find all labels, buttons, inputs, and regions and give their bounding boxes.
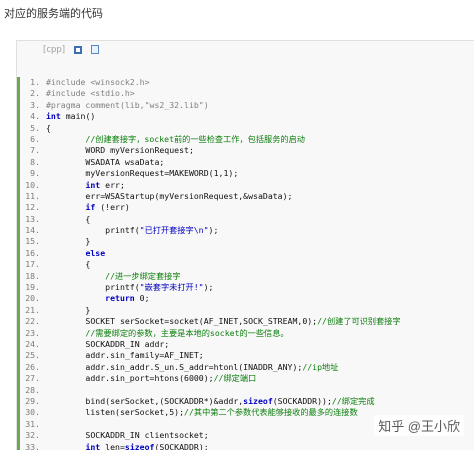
code-text: int err;	[46, 180, 125, 191]
code-line: 23. //需要绑定的参数，主要是本地的socket的一些信息。	[17, 328, 474, 339]
code-line: 5.{	[17, 123, 474, 134]
code-text: if (!err)	[46, 202, 130, 213]
line-number: 6.	[20, 134, 46, 145]
line-number: 15.	[20, 236, 46, 247]
code-text: printf("已打开套接字\n");	[46, 225, 218, 236]
code-line: 4.int main()	[17, 111, 474, 122]
code-lines: 1.#include <winsock2.h>2.#include <stdio…	[17, 77, 474, 450]
line-number: 20.	[20, 293, 46, 304]
line-number: 9.	[20, 168, 46, 179]
line-number: 11.	[20, 191, 46, 202]
code-line: 20. return 0;	[17, 293, 474, 304]
line-number: 1.	[20, 77, 46, 88]
code-line: 21. }	[17, 305, 474, 316]
copy-icon[interactable]	[91, 45, 99, 54]
watermark: 知乎 @王小欣	[374, 415, 464, 436]
code-toolbar: [cpp]	[17, 41, 474, 58]
line-number: 30.	[20, 407, 46, 418]
code-text: {	[46, 123, 51, 134]
code-line: 14. printf("已打开套接字\n");	[17, 225, 474, 236]
code-line: 19. printf("嵌套字未打开!");	[17, 282, 474, 293]
line-number: 10.	[20, 180, 46, 191]
code-text: printf("嵌套字未打开!");	[46, 282, 213, 293]
code-text: bind(serSocket,(SOCKADDR*)&addr,sizeof(S…	[46, 396, 375, 407]
code-text: {	[46, 214, 90, 225]
code-text: return 0;	[46, 293, 150, 304]
code-line: 10. int err;	[17, 180, 474, 191]
code-line: 17. {	[17, 259, 474, 270]
code-text: WORD myVersionRequest;	[46, 145, 194, 156]
line-number: 17.	[20, 259, 46, 270]
line-number: 5.	[20, 123, 46, 134]
code-line: 12. if (!err)	[17, 202, 474, 213]
line-number: 28.	[20, 385, 46, 396]
section-heading: 对应的服务端的代码	[4, 5, 103, 21]
code-line: 2.#include <stdio.h>	[17, 88, 474, 99]
line-number: 16.	[20, 248, 46, 259]
code-text: myVersionRequest=MAKEWORD(1,1);	[46, 168, 238, 179]
code-line: 6. //创建套接字，socket前的一些检查工作，包括服务的启动	[17, 134, 474, 145]
code-line: 1.#include <winsock2.h>	[17, 77, 474, 88]
code-text: err=WSAStartup(myVersionRequest,&wsaData…	[46, 191, 292, 202]
code-text: #include <winsock2.h>	[46, 77, 150, 88]
code-text: addr.sin_family=AF_INET;	[46, 350, 204, 361]
line-number: 32.	[20, 430, 46, 441]
line-number: 22.	[20, 316, 46, 327]
code-line: 11. err=WSAStartup(myVersionRequest,&wsa…	[17, 191, 474, 202]
code-text: addr.sin_port=htons(6000);//绑定端口	[46, 373, 256, 384]
line-number: 4.	[20, 111, 46, 122]
code-line: 15. }	[17, 236, 474, 247]
code-text: addr.sin_addr.S_un.S_addr=htonl(INADDR_A…	[46, 362, 338, 373]
line-number: 26.	[20, 362, 46, 373]
line-number: 12.	[20, 202, 46, 213]
line-number: 21.	[20, 305, 46, 316]
code-text: WSADATA wsaData;	[46, 157, 164, 168]
line-number: 2.	[20, 88, 46, 99]
code-line: 7. WORD myVersionRequest;	[17, 145, 474, 156]
code-text: else	[46, 248, 105, 259]
line-number: 19.	[20, 282, 46, 293]
code-line: 28.	[17, 385, 474, 396]
code-text: listen(serSocket,5);//其中第二个参数代表能够接收的最多的连…	[46, 407, 358, 418]
code-text: //创建套接字，socket前的一些检查工作，包括服务的启动	[46, 134, 305, 145]
code-text: #include <stdio.h>	[46, 88, 135, 99]
code-line: 8. WSADATA wsaData;	[17, 157, 474, 168]
code-line: 13. {	[17, 214, 474, 225]
code-line: 18. //进一步绑定套接字	[17, 271, 474, 282]
code-text: }	[46, 305, 90, 316]
code-text: SOCKADDR_IN addr;	[46, 339, 169, 350]
line-number: 8.	[20, 157, 46, 168]
code-text: //进一步绑定套接字	[46, 271, 181, 282]
code-line: 24. SOCKADDR_IN addr;	[17, 339, 474, 350]
line-number: 31.	[20, 419, 46, 430]
code-line: 3.#pragma comment(lib,"ws2_32.lib")	[17, 100, 474, 111]
code-text: SOCKET serSocket=socket(AF_INET,SOCK_STR…	[46, 316, 401, 327]
code-text: #pragma comment(lib,"ws2_32.lib")	[46, 100, 209, 111]
code-line: 16. else	[17, 248, 474, 259]
code-text: int main()	[46, 111, 95, 122]
code-block: [cpp] 1.#include <winsock2.h>2.#include …	[16, 40, 474, 450]
line-number: 23.	[20, 328, 46, 339]
code-text: SOCKADDR_IN clientsocket;	[46, 430, 209, 441]
view-plain-icon[interactable]	[74, 46, 82, 54]
code-line: 27. addr.sin_port=htons(6000);//绑定端口	[17, 373, 474, 384]
code-line: 26. addr.sin_addr.S_un.S_addr=htonl(INAD…	[17, 362, 474, 373]
code-text: //需要绑定的参数，主要是本地的socket的一些信息。	[46, 328, 289, 339]
code-line: 22. SOCKET serSocket=socket(AF_INET,SOCK…	[17, 316, 474, 327]
code-line: 9. myVersionRequest=MAKEWORD(1,1);	[17, 168, 474, 179]
code-text: {	[46, 259, 90, 270]
line-number: 29.	[20, 396, 46, 407]
line-number: 27.	[20, 373, 46, 384]
line-number: 14.	[20, 225, 46, 236]
line-number: 3.	[20, 100, 46, 111]
code-line: 29. bind(serSocket,(SOCKADDR*)&addr,size…	[17, 396, 474, 407]
line-number: 25.	[20, 350, 46, 361]
line-number: 24.	[20, 339, 46, 350]
language-label: [cpp]	[43, 45, 65, 55]
line-number: 7.	[20, 145, 46, 156]
line-number: 13.	[20, 214, 46, 225]
line-number: 18.	[20, 271, 46, 282]
code-text: }	[46, 236, 90, 247]
code-line: 25. addr.sin_family=AF_INET;	[17, 350, 474, 361]
